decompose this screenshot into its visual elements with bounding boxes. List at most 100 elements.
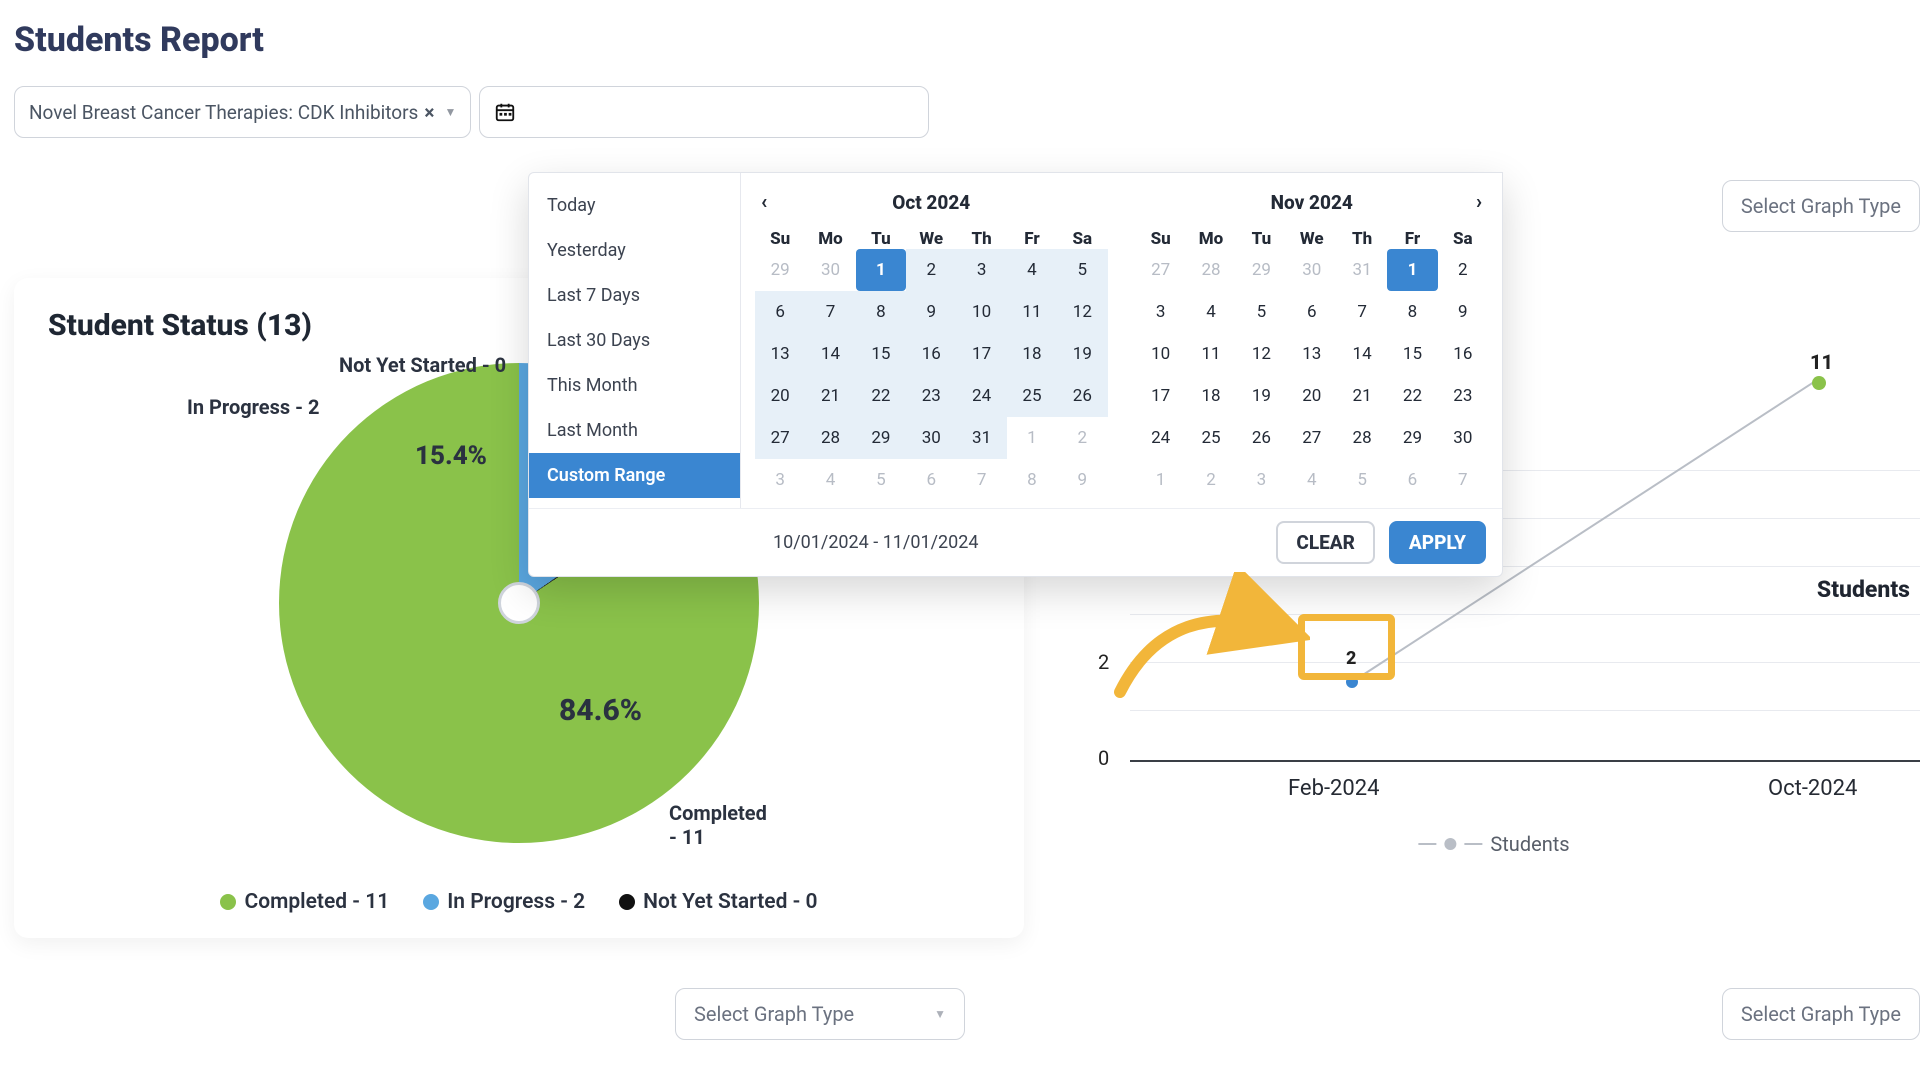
calendar-day[interactable]: 5 xyxy=(1057,249,1107,291)
calendar-day[interactable]: 30 xyxy=(1438,417,1488,459)
calendar-day[interactable]: 18 xyxy=(1007,333,1057,375)
select-graph-type-bottom-left[interactable]: Select Graph Type▼ xyxy=(675,988,965,1040)
calendar-day[interactable]: 21 xyxy=(805,375,855,417)
calendar-month-label: Oct 2024 xyxy=(892,191,970,214)
calendar-day[interactable]: 2 xyxy=(1438,249,1488,291)
calendar-day[interactable]: 10 xyxy=(956,291,1006,333)
select-graph-type-bottom-right[interactable]: Select Graph Type xyxy=(1722,988,1920,1040)
calendar-day[interactable]: 26 xyxy=(1236,417,1286,459)
legend-in-progress[interactable]: In Progress - 2 xyxy=(423,890,585,914)
calendar-day[interactable]: 8 xyxy=(1387,291,1437,333)
dow-header: Sa xyxy=(1438,229,1488,249)
calendar-day: 4 xyxy=(805,459,855,501)
calendar-day[interactable]: 7 xyxy=(805,291,855,333)
legend-not-started[interactable]: Not Yet Started - 0 xyxy=(619,890,817,914)
calendar-day[interactable]: 29 xyxy=(1387,417,1437,459)
calendar-day[interactable]: 19 xyxy=(1057,333,1107,375)
remove-filter-icon[interactable]: × xyxy=(424,101,434,124)
calendar-day[interactable]: 7 xyxy=(1337,291,1387,333)
data-point-oct[interactable] xyxy=(1812,376,1826,390)
pie-pct-completed: 84.6% xyxy=(559,693,642,728)
data-point-feb[interactable] xyxy=(1346,676,1358,688)
calendar-day[interactable]: 31 xyxy=(956,417,1006,459)
course-filter-label: Novel Breast Cancer Therapies: CDK Inhib… xyxy=(29,101,418,124)
calendar-day[interactable]: 12 xyxy=(1057,291,1107,333)
x-axis xyxy=(1130,760,1920,762)
calendar-day[interactable]: 18 xyxy=(1186,375,1236,417)
calendar-day[interactable]: 13 xyxy=(755,333,805,375)
pie-label-in-progress: In Progress - 2 xyxy=(187,395,319,419)
calendar-day[interactable]: 20 xyxy=(1287,375,1337,417)
calendar-day[interactable]: 29 xyxy=(856,417,906,459)
calendar-day[interactable]: 3 xyxy=(956,249,1006,291)
calendar-day: 4 xyxy=(1287,459,1337,501)
prev-month-icon[interactable]: ‹ xyxy=(761,189,767,213)
calendar-day: 1 xyxy=(1136,459,1186,501)
calendar-day[interactable]: 1 xyxy=(856,249,906,291)
select-graph-type-label: Select Graph Type xyxy=(1741,1002,1901,1026)
date-range-input[interactable] xyxy=(479,86,929,138)
calendar-day[interactable]: 12 xyxy=(1236,333,1286,375)
calendar-day[interactable]: 23 xyxy=(1438,375,1488,417)
preset-range-today[interactable]: Today xyxy=(529,183,740,228)
calendar-day[interactable]: 22 xyxy=(856,375,906,417)
calendar-day[interactable]: 27 xyxy=(1287,417,1337,459)
preset-range-last-7-days[interactable]: Last 7 Days xyxy=(529,273,740,318)
pie-label-completed: Completed - 11 xyxy=(669,801,767,849)
calendar-day[interactable]: 25 xyxy=(1186,417,1236,459)
calendar-day[interactable]: 14 xyxy=(1337,333,1387,375)
preset-range-custom-range[interactable]: Custom Range xyxy=(529,453,740,498)
calendar-day[interactable]: 1 xyxy=(1387,249,1437,291)
calendar-day[interactable]: 28 xyxy=(805,417,855,459)
calendar-day[interactable]: 13 xyxy=(1287,333,1337,375)
calendar-day[interactable]: 25 xyxy=(1007,375,1057,417)
calendar-day[interactable]: 5 xyxy=(1236,291,1286,333)
calendar-day[interactable]: 9 xyxy=(906,291,956,333)
calendar-day[interactable]: 8 xyxy=(856,291,906,333)
calendar-day[interactable]: 23 xyxy=(906,375,956,417)
calendar-day[interactable]: 24 xyxy=(956,375,1006,417)
clear-button[interactable]: CLEAR xyxy=(1276,521,1375,564)
calendar-day[interactable]: 4 xyxy=(1186,291,1236,333)
calendar-day[interactable]: 15 xyxy=(1387,333,1437,375)
select-graph-type-top[interactable]: Select Graph Type xyxy=(1722,180,1920,232)
preset-range-last-30-days[interactable]: Last 30 Days xyxy=(529,318,740,363)
calendar-day[interactable]: 17 xyxy=(956,333,1006,375)
calendar-day[interactable]: 16 xyxy=(1438,333,1488,375)
calendar-day[interactable]: 10 xyxy=(1136,333,1186,375)
legend-completed[interactable]: Completed - 11 xyxy=(220,890,389,914)
calendar-day[interactable]: 2 xyxy=(906,249,956,291)
preset-range-this-month[interactable]: This Month xyxy=(529,363,740,408)
calendar-day[interactable]: 16 xyxy=(906,333,956,375)
next-month-icon[interactable]: › xyxy=(1476,189,1482,213)
calendar-day[interactable]: 20 xyxy=(755,375,805,417)
calendar-day[interactable]: 15 xyxy=(856,333,906,375)
calendar-day[interactable]: 21 xyxy=(1337,375,1387,417)
calendar-day[interactable]: 9 xyxy=(1438,291,1488,333)
calendar-day[interactable]: 11 xyxy=(1007,291,1057,333)
calendar-day[interactable]: 27 xyxy=(755,417,805,459)
calendar-day[interactable]: 22 xyxy=(1387,375,1437,417)
calendar-day[interactable]: 6 xyxy=(1287,291,1337,333)
calendar-day[interactable]: 11 xyxy=(1186,333,1236,375)
course-filter-pill[interactable]: Novel Breast Cancer Therapies: CDK Inhib… xyxy=(14,86,471,138)
calendar-day[interactable]: 24 xyxy=(1136,417,1186,459)
calendar-day[interactable]: 4 xyxy=(1007,249,1057,291)
calendar-day[interactable]: 6 xyxy=(755,291,805,333)
preset-range-yesterday[interactable]: Yesterday xyxy=(529,228,740,273)
preset-range-last-month[interactable]: Last Month xyxy=(529,408,740,453)
calendar-day[interactable]: 26 xyxy=(1057,375,1107,417)
apply-button[interactable]: APPLY xyxy=(1389,521,1486,564)
calendar-day[interactable]: 14 xyxy=(805,333,855,375)
calendar-day: 29 xyxy=(755,249,805,291)
calendar-day[interactable]: 30 xyxy=(906,417,956,459)
calendar-day[interactable]: 19 xyxy=(1236,375,1286,417)
dow-header: Su xyxy=(1136,229,1186,249)
calendar-day[interactable]: 28 xyxy=(1337,417,1387,459)
pie-legend: Completed - 11 In Progress - 2 Not Yet S… xyxy=(14,890,1024,914)
calendar-day: 2 xyxy=(1057,417,1107,459)
calendar-day[interactable]: 3 xyxy=(1136,291,1186,333)
calendar-day: 3 xyxy=(755,459,805,501)
dow-header: Fr xyxy=(1387,229,1437,249)
calendar-day[interactable]: 17 xyxy=(1136,375,1186,417)
